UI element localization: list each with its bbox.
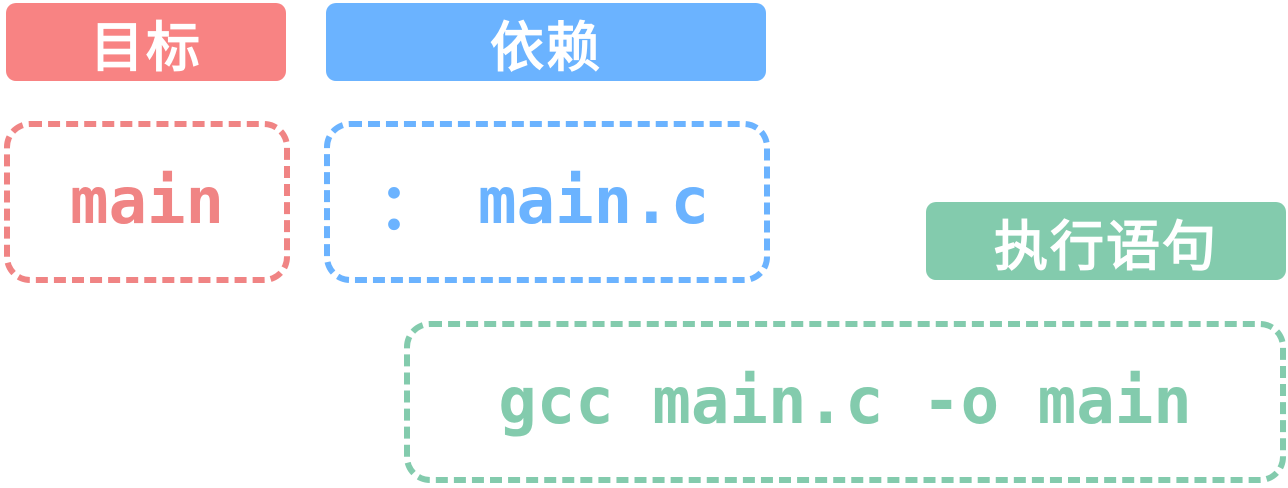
command-label: 执行语句 xyxy=(926,202,1286,280)
dependency-box: ： main.c xyxy=(324,121,770,283)
dependency-label: 依赖 xyxy=(326,3,766,81)
command-text: gcc main.c -o main xyxy=(498,365,1192,439)
separator-colon: ： xyxy=(378,171,442,245)
dependency-text: main.c xyxy=(478,165,710,239)
target-text: main xyxy=(69,165,225,239)
target-label: 目标 xyxy=(6,3,286,81)
command-box: gcc main.c -o main xyxy=(404,321,1286,483)
target-box: main xyxy=(4,121,290,283)
